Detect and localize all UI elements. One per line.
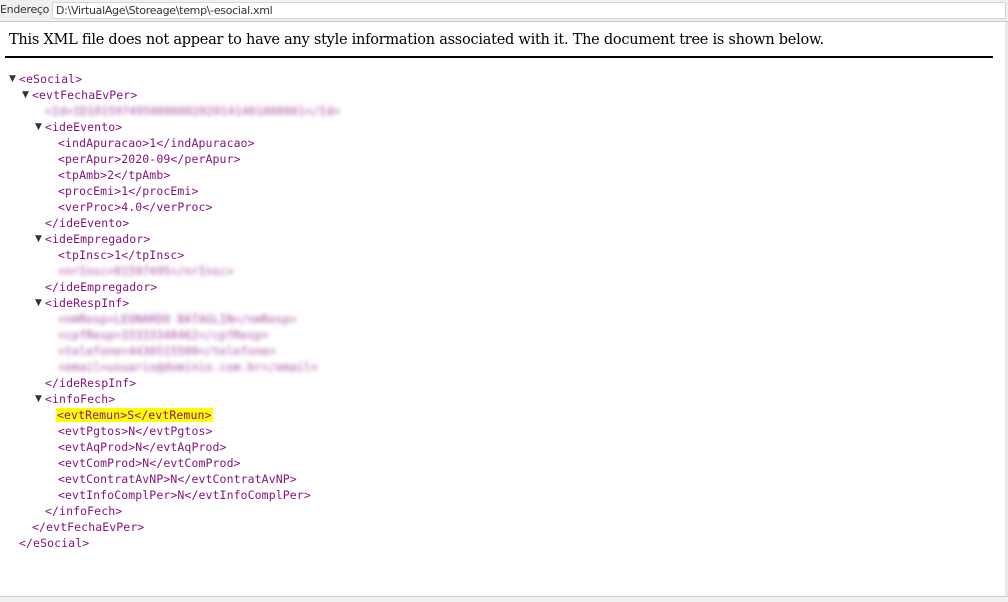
tag-evtfechaevper-close: </evtFechaEvPer>	[32, 520, 145, 534]
search-highlight: <evtRemun>S</evtRemun>	[56, 408, 213, 422]
tag-infofech-close: </infoFech>	[45, 504, 123, 518]
address-bar: Endereço D:\VirtualAge\Storeage\temp\-es…	[0, 0, 1008, 22]
tag-infofech-open: <infoFech>	[45, 392, 116, 406]
address-label: Endereço	[0, 3, 50, 16]
tag-tpamb: <tpAmb>2</tpAmb>	[58, 168, 171, 182]
tag-evtaqprod: <evtAqProd>N</evtAqProd>	[58, 440, 227, 454]
tag-iderespinf-close: </ideRespInf>	[45, 376, 137, 390]
address-input[interactable]: D:\VirtualAge\Storeage\temp\-esocial.xml	[52, 2, 1006, 19]
collapse-triangle-icon[interactable]: ▼	[9, 71, 16, 87]
tag-evtinfocomplper: <evtInfoComplPer>N</evtInfoComplPer>	[58, 488, 311, 502]
tag-tpinsc: <tpInsc>1</tpInsc>	[58, 248, 185, 262]
tag-evtfechaevper-open: <evtFechaEvPer>	[32, 88, 138, 102]
status-strip	[0, 596, 1008, 602]
tag-cpfresp-blurred: <cpfResp>33333348462</cpfResp>	[58, 328, 269, 342]
tag-evtpgtos: <evtPgtos>N</evtPgtos>	[58, 424, 213, 438]
tag-perapur: <perApur>2020-09</perApur>	[58, 152, 241, 166]
collapse-triangle-icon[interactable]: ▼	[35, 119, 42, 135]
tag-ideempregador-close: </ideEmpregador>	[45, 280, 158, 294]
tag-verproc: <verProc>4.0</verProc>	[58, 200, 213, 214]
tag-esocial-close: </eSocial>	[19, 536, 90, 550]
collapse-triangle-icon[interactable]: ▼	[35, 295, 42, 311]
tag-procemi: <procEmi>1</procEmi>	[58, 184, 199, 198]
tag-ideevento-open: <ideEvento>	[45, 120, 123, 134]
tag-evtremun-highlighted: <evtRemun>S</evtRemun>	[56, 407, 213, 423]
collapse-triangle-icon[interactable]: ▼	[35, 231, 42, 247]
tag-ideevento-close: </ideEvento>	[45, 216, 130, 230]
tag-email-blurred: <email>usuario@dominio.com.br</email>	[58, 360, 318, 374]
tag-telefone-blurred: <telefone>4430515500</telefone>	[58, 344, 276, 358]
tag-esocial-open: <eSocial>	[19, 72, 83, 86]
tag-evtcomprod: <evtComProd>N</evtComProd>	[58, 456, 241, 470]
tag-nrinsc-blurred: <nrInsc>01597495</nrInsc>	[58, 264, 234, 278]
tag-nmresp-blurred: <nmResp>LEONARDO BATAGLIN</nmResp>	[58, 312, 297, 326]
collapse-triangle-icon[interactable]: ▼	[35, 391, 42, 407]
tag-ideempregador-open: <ideEmpregador>	[45, 232, 151, 246]
tag-indapuracao: <indApuracao>1</indApuracao>	[58, 136, 255, 150]
info-divider	[5, 56, 993, 58]
tag-id-blurred: <Id>ID1015974950000002020141401000001</I…	[45, 104, 340, 118]
tag-iderespinf-open: <ideRespInf>	[45, 296, 130, 310]
xml-info-message: This XML file does not appear to have an…	[9, 32, 824, 48]
tag-evtcontratavnp: <evtContratAvNP>N</evtContratAvNP>	[58, 472, 297, 486]
collapse-triangle-icon[interactable]: ▼	[22, 87, 29, 103]
